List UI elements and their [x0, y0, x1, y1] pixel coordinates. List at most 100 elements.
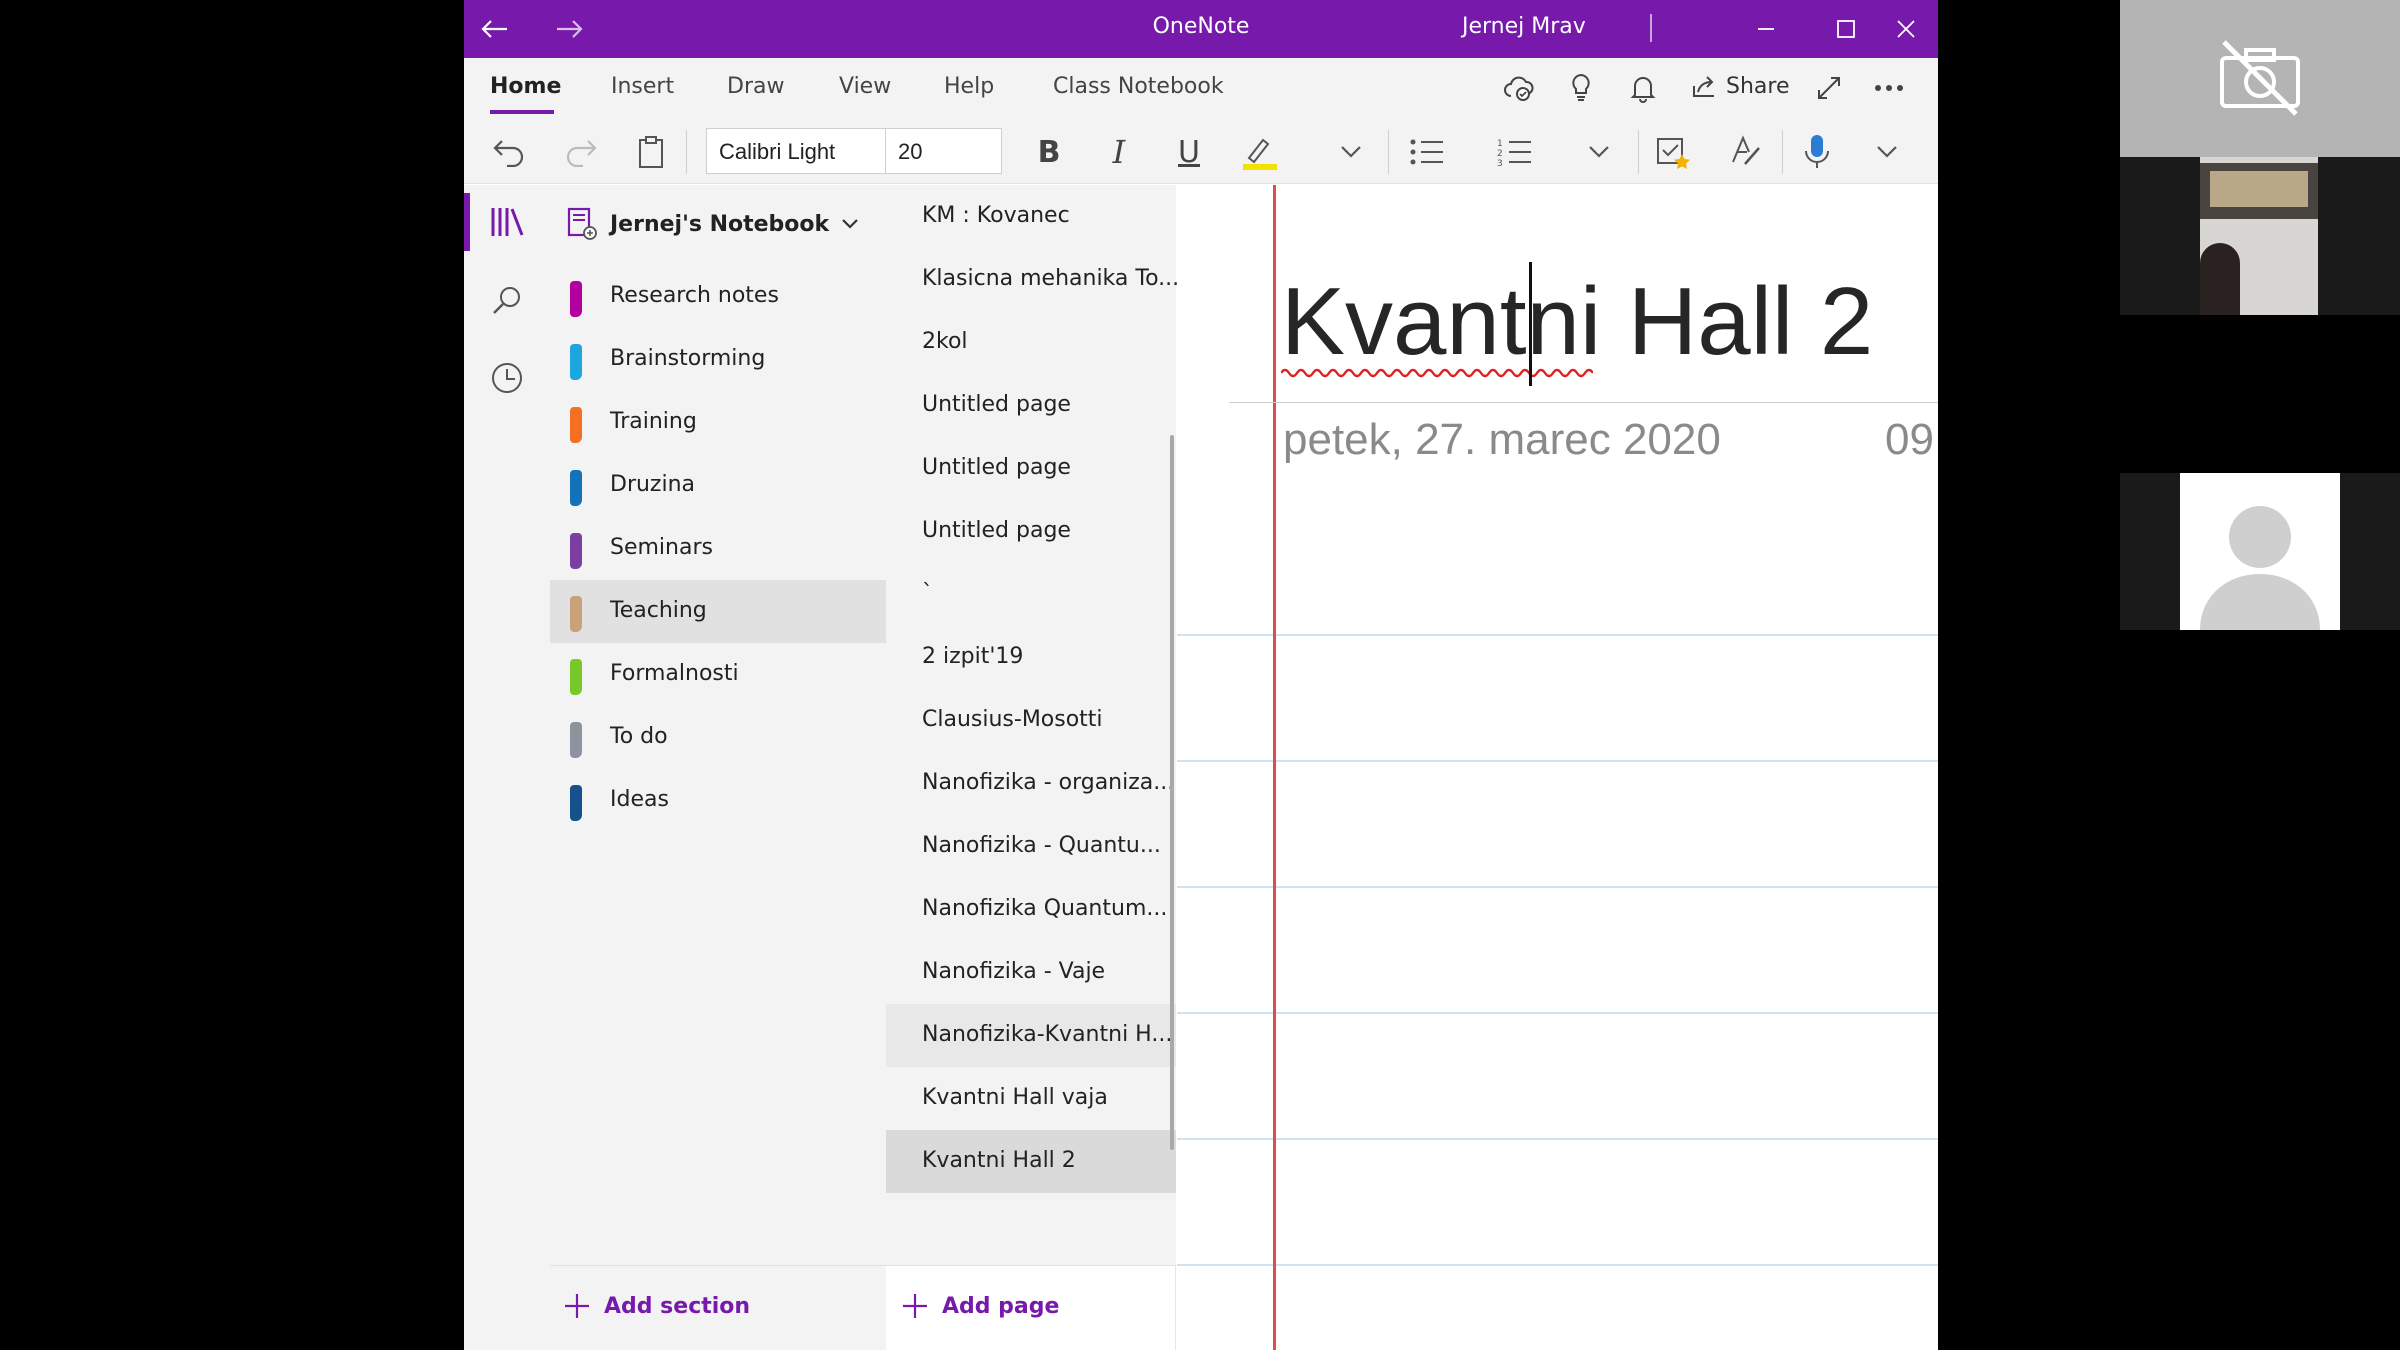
- section-color-tab: [570, 407, 582, 443]
- section-item[interactable]: Teaching: [550, 580, 886, 643]
- page-label: 2 izpit'19: [922, 644, 1024, 669]
- rule-line: [1177, 760, 1938, 762]
- dictate-options-dropdown[interactable]: [1862, 128, 1912, 176]
- section-item[interactable]: Seminars: [550, 517, 886, 580]
- section-color-tab: [570, 659, 582, 695]
- recent-notes-button[interactable]: [478, 349, 536, 407]
- highlight-button[interactable]: [1234, 128, 1284, 176]
- undo-button[interactable]: [484, 128, 534, 176]
- chevron-down-icon: [1877, 146, 1897, 158]
- pages-pane: KM : Kovanec Klasicna mehanika To... 2kol U…: [886, 185, 1179, 1350]
- tab-insert[interactable]: Insert: [611, 74, 674, 99]
- section-item[interactable]: To do: [550, 706, 886, 769]
- page-item[interactable]: `: [886, 563, 1176, 626]
- redo-button[interactable]: [556, 128, 606, 176]
- tab-home[interactable]: Home: [490, 74, 561, 99]
- notebook-switcher[interactable]: Jernej's Notebook: [566, 207, 859, 241]
- page-item[interactable]: 2kol: [886, 311, 1176, 374]
- page-item[interactable]: Kvantni Hall 2: [886, 1130, 1176, 1193]
- underline-icon: U: [1178, 134, 1200, 170]
- close-button[interactable]: [1876, 0, 1936, 58]
- font-name-field[interactable]: Calibri Light: [706, 128, 886, 174]
- section-color-tab: [570, 722, 582, 758]
- italic-button[interactable]: I: [1094, 128, 1144, 176]
- tab-view[interactable]: View: [839, 74, 891, 99]
- tag-button[interactable]: [1648, 128, 1698, 176]
- page-item[interactable]: KM : Kovanec: [886, 185, 1176, 248]
- font-size-field[interactable]: 20: [886, 128, 1002, 174]
- page-item[interactable]: Nanofizika - Vaje: [886, 941, 1176, 1004]
- spelling-button[interactable]: [1720, 128, 1770, 176]
- numbered-list-button[interactable]: 123: [1490, 128, 1540, 176]
- section-color-tab: [570, 470, 582, 506]
- user-name[interactable]: Jernej Mrav: [1462, 14, 1586, 39]
- share-button[interactable]: Share: [1690, 72, 1790, 100]
- tab-help[interactable]: Help: [944, 74, 994, 99]
- page-item[interactable]: Clausius-Mosotti: [886, 689, 1176, 752]
- section-item[interactable]: Druzina: [550, 454, 886, 517]
- underline-button[interactable]: U: [1164, 128, 1214, 176]
- minimize-icon: [1758, 28, 1774, 30]
- more-formatting-dropdown[interactable]: [1326, 128, 1376, 176]
- add-section-label: Add section: [604, 1293, 751, 1319]
- section-item[interactable]: Formalnosti: [550, 643, 886, 706]
- page-label: Nanofizika-Kvantni H...: [922, 1022, 1173, 1047]
- bold-button[interactable]: B: [1024, 128, 1074, 176]
- sync-status-button[interactable]: [1494, 64, 1544, 112]
- tab-class-notebook[interactable]: Class Notebook: [1053, 74, 1224, 99]
- search-button[interactable]: [478, 271, 536, 329]
- page-label: Untitled page: [922, 392, 1071, 417]
- plus-icon: [565, 1294, 589, 1318]
- fullscreen-button[interactable]: [1804, 64, 1854, 112]
- section-item[interactable]: Brainstorming: [550, 328, 886, 391]
- page-item[interactable]: 2 izpit'19: [886, 626, 1176, 689]
- note-canvas[interactable]: Kvantni Hall 2 petek, 27. marec 2020 09:: [1177, 185, 1938, 1350]
- maximize-button[interactable]: [1816, 0, 1876, 58]
- section-label: Formalnosti: [610, 661, 739, 686]
- pages-scrollbar[interactable]: [1170, 435, 1174, 1150]
- notebook-icon: [567, 207, 597, 240]
- toolbar-divider: [1638, 130, 1639, 174]
- bullet-list-button[interactable]: [1402, 128, 1452, 176]
- redo-icon: [566, 140, 597, 167]
- page-label: Kvantni Hall vaja: [922, 1085, 1108, 1110]
- page-item[interactable]: Nanofizika Quantum...: [886, 878, 1176, 941]
- list-options-dropdown[interactable]: [1574, 128, 1624, 176]
- section-item[interactable]: Training: [550, 391, 886, 454]
- more-options-button[interactable]: [1864, 64, 1914, 112]
- section-label: Seminars: [610, 535, 713, 560]
- page-item[interactable]: Nanofizika - Quantu...: [886, 815, 1176, 878]
- page-item[interactable]: Untitled page: [886, 374, 1176, 437]
- spelling-icon: [1732, 135, 1760, 165]
- page-item[interactable]: Untitled page: [886, 437, 1176, 500]
- page-item[interactable]: Klasicna mehanika To...: [886, 248, 1179, 311]
- notebook-name: Jernej's Notebook: [610, 211, 830, 237]
- section-color-tab: [570, 344, 582, 380]
- toolbar-divider: [1782, 130, 1783, 174]
- page-item[interactable]: Untitled page: [886, 500, 1176, 563]
- page-title[interactable]: Kvantni Hall 2: [1281, 267, 1873, 377]
- section-label: To do: [610, 724, 668, 749]
- todo-tag-icon: [1657, 138, 1690, 169]
- highlighter-icon: [1243, 138, 1277, 170]
- notebooks-button[interactable]: [478, 193, 536, 251]
- minimize-button[interactable]: [1736, 0, 1796, 58]
- add-page-button[interactable]: Add page: [902, 1293, 1059, 1319]
- tab-draw[interactable]: Draw: [727, 74, 784, 99]
- section-color-tab: [570, 281, 582, 317]
- page-item[interactable]: Nanofizika - organiza...: [886, 752, 1176, 815]
- section-item[interactable]: Research notes: [550, 265, 886, 328]
- add-section-button[interactable]: Add section: [564, 1293, 750, 1319]
- paste-button[interactable]: [626, 128, 676, 176]
- chevron-down-icon: [1341, 146, 1361, 158]
- page-item[interactable]: Nanofizika-Kvantni H...: [886, 1004, 1176, 1067]
- person-placeholder-icon: [2200, 506, 2320, 630]
- page-label: Untitled page: [922, 455, 1071, 480]
- ideas-button[interactable]: [1556, 64, 1606, 112]
- dictate-button[interactable]: [1792, 128, 1842, 176]
- participant-video-tile: [2120, 157, 2400, 315]
- notifications-button[interactable]: [1618, 64, 1668, 112]
- section-item[interactable]: Ideas: [550, 769, 886, 832]
- page-label: Nanofizika - organiza...: [922, 770, 1175, 795]
- page-item[interactable]: Kvantni Hall vaja: [886, 1067, 1176, 1130]
